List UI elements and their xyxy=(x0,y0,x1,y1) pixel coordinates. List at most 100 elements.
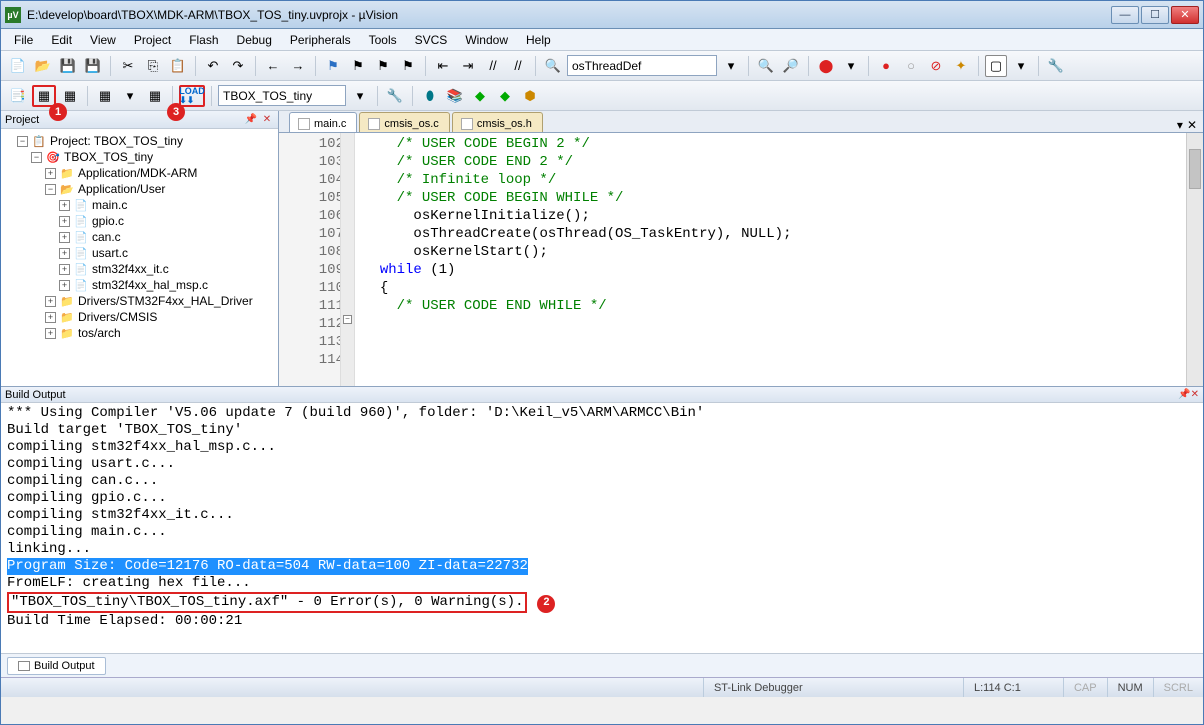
debug-config-icon[interactable]: ⬤ xyxy=(815,55,837,77)
target-options-icon[interactable]: 🔧 xyxy=(384,85,406,107)
menu-tools[interactable]: Tools xyxy=(362,31,404,49)
paste-icon[interactable]: 📋 xyxy=(167,55,189,77)
editor-tab-cmsis-c[interactable]: cmsis_os.c xyxy=(359,112,449,132)
status-scrl: SCRL xyxy=(1153,678,1203,697)
fold-icon[interactable]: − xyxy=(343,315,352,324)
tree-root[interactable]: −📋Project: TBOX_TOS_tiny xyxy=(3,133,276,149)
annotation-3: 3 xyxy=(167,103,185,121)
breakpoint-disable-icon[interactable]: ⊘ xyxy=(925,55,947,77)
save-all-icon[interactable]: 💾 xyxy=(82,55,104,77)
status-num: NUM xyxy=(1107,678,1153,697)
tab-dropdown-icon[interactable]: ▾ xyxy=(1177,118,1183,132)
find-combo[interactable] xyxy=(567,55,717,76)
tree-file[interactable]: +📄stm32f4xx_hal_msp.c xyxy=(3,277,276,293)
stop-build-icon[interactable]: ▦ xyxy=(144,85,166,107)
tree-file[interactable]: +📄main.c xyxy=(3,197,276,213)
find-in-files-icon[interactable]: 🔍 xyxy=(755,55,777,77)
manage-rtos-icon[interactable]: ◆ xyxy=(469,85,491,107)
comment-icon[interactable]: // xyxy=(482,55,504,77)
annotation-1: 1 xyxy=(49,103,67,121)
editor-scrollbar[interactable] xyxy=(1186,133,1203,386)
breakpoint-enable-icon[interactable]: ○ xyxy=(900,55,922,77)
uncomment-icon[interactable]: // xyxy=(507,55,529,77)
build-output-text[interactable]: *** Using Compiler 'V5.06 update 7 (buil… xyxy=(1,403,1203,653)
title-bar: µV E:\develop\board\TBOX\MDK-ARM\TBOX_TO… xyxy=(1,1,1203,29)
annotation-2: 2 xyxy=(537,595,555,613)
batch-build-dd-icon[interactable]: ▾ xyxy=(119,85,141,107)
code-editor[interactable]: /* USER CODE BEGIN 2 */ /* USER CODE END… xyxy=(355,133,1186,386)
menu-edit[interactable]: Edit xyxy=(44,31,79,49)
incremental-find-icon[interactable]: 🔎 xyxy=(780,55,802,77)
tree-group-user[interactable]: −📂Application/User xyxy=(3,181,276,197)
nav-back-icon[interactable]: ← xyxy=(262,55,284,77)
menu-view[interactable]: View xyxy=(83,31,123,49)
tree-target[interactable]: −🎯TBOX_TOS_tiny xyxy=(3,149,276,165)
status-cursor-pos: L:114 C:1 xyxy=(963,678,1063,697)
menu-project[interactable]: Project xyxy=(127,31,178,49)
menu-window[interactable]: Window xyxy=(458,31,515,49)
bookmark-next-icon[interactable]: ⚑ xyxy=(372,55,394,77)
window-layout-icon[interactable]: ▢ xyxy=(985,55,1007,77)
close-button[interactable]: ✕ xyxy=(1171,6,1199,24)
tree-file[interactable]: +📄usart.c xyxy=(3,245,276,261)
pack-installer-icon[interactable]: ⬢ xyxy=(519,85,541,107)
tree-group-tos[interactable]: +📁tos/arch xyxy=(3,325,276,341)
select-pack-icon[interactable]: ◆ xyxy=(494,85,516,107)
tree-group-cmsis[interactable]: +📁Drivers/CMSIS xyxy=(3,309,276,325)
batch-build-icon[interactable]: ▦ xyxy=(94,85,116,107)
target-dd-icon[interactable]: ▾ xyxy=(349,85,371,107)
menu-help[interactable]: Help xyxy=(519,31,558,49)
redo-icon[interactable]: ↷ xyxy=(227,55,249,77)
breakpoint-insert-icon[interactable]: ● xyxy=(875,55,897,77)
build-button[interactable]: ▦ xyxy=(32,85,56,107)
tree-file[interactable]: +📄can.c xyxy=(3,229,276,245)
pane-close-icon[interactable]: ✕ xyxy=(260,113,274,127)
tab-close-icon[interactable]: ✕ xyxy=(1187,118,1197,132)
menu-file[interactable]: File xyxy=(7,31,40,49)
window-layout-dd-icon[interactable]: ▾ xyxy=(1010,55,1032,77)
manage-books-icon[interactable]: 📚 xyxy=(444,85,466,107)
pane-pin-icon[interactable]: 📌 xyxy=(244,113,258,127)
save-icon[interactable]: 💾 xyxy=(57,55,79,77)
bookmark-icon[interactable]: ⚑ xyxy=(322,55,344,77)
project-tree[interactable]: −📋Project: TBOX_TOS_tiny −🎯TBOX_TOS_tiny… xyxy=(1,129,278,386)
editor-tab-main[interactable]: main.c xyxy=(289,112,357,132)
debug-config-dd-icon[interactable]: ▾ xyxy=(840,55,862,77)
bookmark-prev-icon[interactable]: ⚑ xyxy=(347,55,369,77)
tree-group-hal[interactable]: +📁Drivers/STM32F4xx_HAL_Driver xyxy=(3,293,276,309)
indent-left-icon[interactable]: ⇤ xyxy=(432,55,454,77)
bottom-tab-build[interactable]: Build Output xyxy=(7,657,106,675)
app-icon: µV xyxy=(5,7,21,23)
copy-icon[interactable]: ⎘ xyxy=(142,55,164,77)
editor-tab-cmsis-h[interactable]: cmsis_os.h xyxy=(452,112,543,132)
line-gutter: − 10210310410510610710810911011111211311… xyxy=(279,133,355,386)
menu-debug[interactable]: Debug xyxy=(230,31,279,49)
maximize-button[interactable]: ☐ xyxy=(1141,6,1169,24)
menu-svcs[interactable]: SVCS xyxy=(408,31,455,49)
pane-close-icon[interactable]: ✕ xyxy=(1191,389,1199,400)
window-title: E:\develop\board\TBOX\MDK-ARM\TBOX_TOS_t… xyxy=(27,8,1111,22)
tree-file[interactable]: +📄stm32f4xx_it.c xyxy=(3,261,276,277)
target-combo[interactable] xyxy=(218,85,346,106)
editor-tabstrip: main.c cmsis_os.c cmsis_os.h ▾ ✕ xyxy=(279,111,1203,133)
breakpoint-kill-icon[interactable]: ✦ xyxy=(950,55,972,77)
new-file-icon[interactable]: 📄 xyxy=(7,55,29,77)
undo-icon[interactable]: ↶ xyxy=(202,55,224,77)
nav-fwd-icon[interactable]: → xyxy=(287,55,309,77)
pane-pin-icon[interactable]: 📌 xyxy=(1178,389,1190,400)
menu-peripherals[interactable]: Peripherals xyxy=(283,31,358,49)
translate-icon[interactable]: 📑 xyxy=(7,85,29,107)
find-icon[interactable]: 🔍 xyxy=(542,55,564,77)
indent-right-icon[interactable]: ⇥ xyxy=(457,55,479,77)
menu-flash[interactable]: Flash xyxy=(182,31,225,49)
minimize-button[interactable]: ― xyxy=(1111,6,1139,24)
tree-group-mdkarm[interactable]: +📁Application/MDK-ARM xyxy=(3,165,276,181)
bookmark-clear-icon[interactable]: ⚑ xyxy=(397,55,419,77)
cut-icon[interactable]: ✂ xyxy=(117,55,139,77)
file-ext-icon[interactable]: ⬮ xyxy=(419,85,441,107)
tree-file[interactable]: +📄gpio.c xyxy=(3,213,276,229)
find-dropdown-icon[interactable]: ▾ xyxy=(720,55,742,77)
open-file-icon[interactable]: 📂 xyxy=(32,55,54,77)
configure-icon[interactable]: 🔧 xyxy=(1045,55,1067,77)
download-button[interactable]: LOAD⬇⬇ xyxy=(179,85,205,107)
